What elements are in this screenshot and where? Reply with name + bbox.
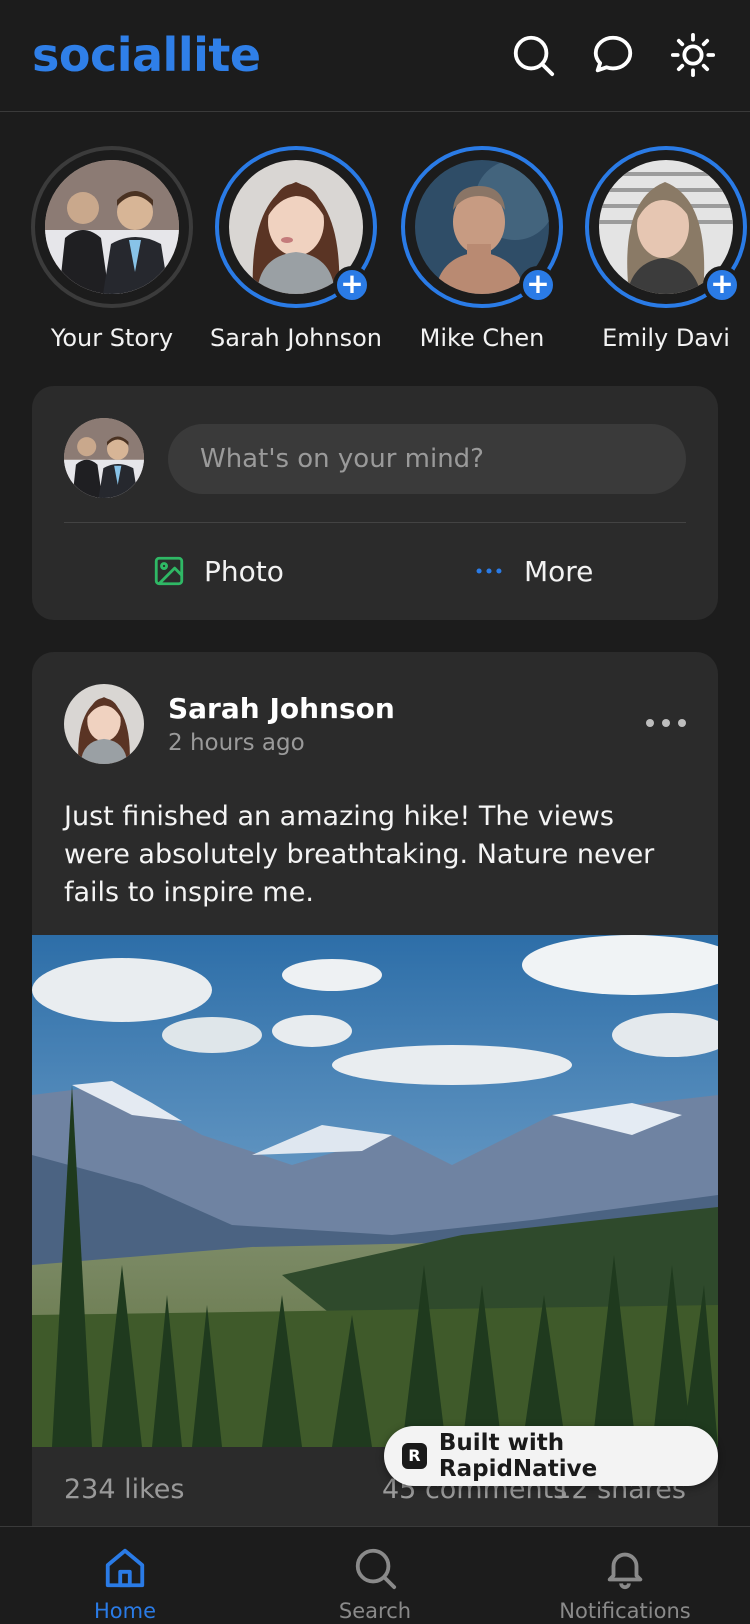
app-header: sociallite	[0, 0, 750, 112]
sun-icon[interactable]	[668, 30, 718, 80]
story-name: Your Story	[50, 324, 174, 352]
story-mike-chen[interactable]: + Mike Chen	[392, 146, 572, 352]
rapidnative-logo-icon: R	[402, 1443, 427, 1469]
nav-home[interactable]: Home	[25, 1545, 225, 1623]
story-ring: +	[585, 146, 747, 308]
divider	[64, 522, 686, 523]
add-story-icon[interactable]: +	[333, 266, 371, 304]
badge-text: Built with RapidNative	[438, 1430, 598, 1482]
avatar[interactable]	[64, 684, 144, 764]
post-image[interactable]	[32, 935, 718, 1447]
nav-notifications[interactable]: Notifications	[525, 1545, 725, 1623]
bell-icon	[607, 1552, 643, 1590]
photo-button[interactable]: Photo	[152, 546, 284, 596]
more-dots-icon	[476, 568, 502, 574]
add-story-icon[interactable]: +	[703, 266, 741, 304]
nav-home-label: Home	[93, 1599, 156, 1623]
story-your-story[interactable]: Your Story	[22, 146, 202, 352]
more-button[interactable]: More	[472, 546, 593, 596]
story-ring	[31, 146, 193, 308]
avatar[interactable]	[64, 418, 144, 498]
rapidnative-badge[interactable]: R Built with RapidNative	[384, 1426, 718, 1486]
post-composer: What's on your mind? Photo More	[32, 386, 718, 620]
search-icon	[355, 1548, 397, 1590]
more-label: More	[524, 554, 594, 588]
story-name: Emily Davi	[602, 324, 730, 352]
nav-search-label: Search	[338, 1599, 412, 1623]
story-emily[interactable]: + Emily Davi	[576, 146, 750, 352]
add-story-icon[interactable]: +	[519, 266, 557, 304]
search-icon[interactable]	[508, 30, 558, 80]
post-timestamp: 2 hours ago	[168, 730, 305, 756]
whats-on-your-mind-input[interactable]: What's on your mind?	[168, 424, 686, 494]
stories-row: Your Story + Sarah Johnson + Mike Chen +…	[0, 140, 750, 360]
avatar	[45, 160, 179, 294]
story-ring: +	[401, 146, 563, 308]
bottom-navigation: Home Search Notifications	[0, 1526, 750, 1624]
app-logo[interactable]: sociallite	[32, 28, 261, 82]
story-name: Sarah Johnson	[210, 324, 382, 352]
story-name: Mike Chen	[419, 324, 545, 352]
post-options-icon[interactable]	[646, 708, 686, 738]
likes-count[interactable]: 234 likes	[64, 1474, 184, 1505]
story-ring: +	[215, 146, 377, 308]
nav-search[interactable]: Search	[275, 1545, 475, 1623]
photo-label: Photo	[204, 554, 284, 588]
story-sarah-johnson[interactable]: + Sarah Johnson	[206, 146, 386, 352]
image-icon	[154, 556, 184, 586]
message-circle-icon[interactable]	[588, 30, 638, 80]
home-icon	[105, 1548, 145, 1588]
post-text: Just finished an amazing hike! The views…	[64, 801, 655, 908]
post-author[interactable]: Sarah Johnson	[168, 692, 395, 725]
nav-notifications-label: Notifications	[559, 1599, 691, 1623]
